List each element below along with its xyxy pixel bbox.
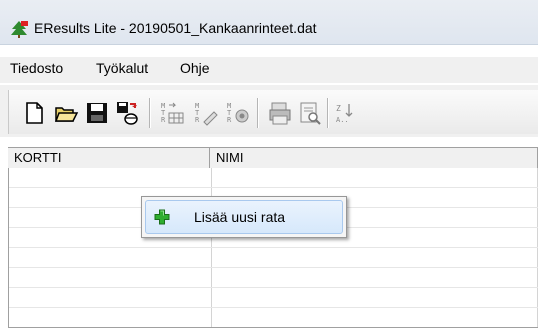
context-menu: Lisää uusi rata bbox=[141, 196, 347, 238]
grid-bottom-edge bbox=[8, 327, 538, 328]
row-line bbox=[9, 267, 538, 268]
table-import-icon[interactable]: M T R bbox=[159, 100, 185, 126]
row-line bbox=[9, 307, 538, 308]
menu-tiedosto[interactable]: Tiedosto bbox=[10, 60, 63, 76]
context-menu-item-label: Lisää uusi rata bbox=[194, 209, 286, 225]
column-header-nimi[interactable]: NIMI bbox=[210, 148, 538, 168]
svg-text:R: R bbox=[227, 116, 232, 124]
menu-ohje[interactable]: Ohje bbox=[180, 60, 210, 76]
sort-icon[interactable]: Z A.. bbox=[335, 100, 361, 126]
edit-control-icon[interactable]: M T R bbox=[193, 100, 219, 126]
open-folder-icon[interactable] bbox=[53, 100, 79, 126]
title-bar: EResults Lite - 20190501_Kankaanrinteet.… bbox=[0, 0, 538, 45]
column-header-kortti[interactable]: KORTTI bbox=[8, 148, 210, 168]
save-export-icon[interactable] bbox=[115, 100, 141, 126]
print-preview-icon[interactable] bbox=[297, 100, 323, 126]
app-tree-icon bbox=[11, 21, 28, 38]
svg-text:A..: A.. bbox=[336, 116, 349, 124]
svg-text:Z: Z bbox=[336, 104, 341, 113]
grid-header: KORTTI NIMI bbox=[8, 147, 538, 169]
control-settings-icon[interactable]: M T R bbox=[225, 100, 251, 126]
context-menu-item-add-route[interactable]: Lisää uusi rata bbox=[145, 200, 343, 234]
toolbar-separator bbox=[149, 98, 150, 128]
row-line bbox=[9, 247, 538, 248]
toolbar-separator bbox=[257, 98, 258, 128]
printer-icon[interactable] bbox=[267, 100, 293, 126]
menu-bar: Tiedosto Työkalut Ohje bbox=[0, 57, 538, 83]
save-icon[interactable] bbox=[84, 100, 110, 126]
data-grid[interactable] bbox=[8, 168, 538, 327]
toolbar: M T R M T R M T R Z A.. bbox=[8, 90, 538, 134]
svg-text:R: R bbox=[195, 116, 200, 124]
svg-text:R: R bbox=[161, 116, 166, 124]
new-file-icon[interactable] bbox=[21, 100, 47, 126]
menu-tyokalut[interactable]: Työkalut bbox=[96, 60, 148, 76]
toolbar-separator bbox=[327, 98, 328, 128]
window-title: EResults Lite - 20190501_Kankaanrinteet.… bbox=[34, 20, 317, 36]
green-plus-icon bbox=[154, 209, 170, 225]
row-line bbox=[9, 187, 538, 188]
row-line bbox=[9, 287, 538, 288]
